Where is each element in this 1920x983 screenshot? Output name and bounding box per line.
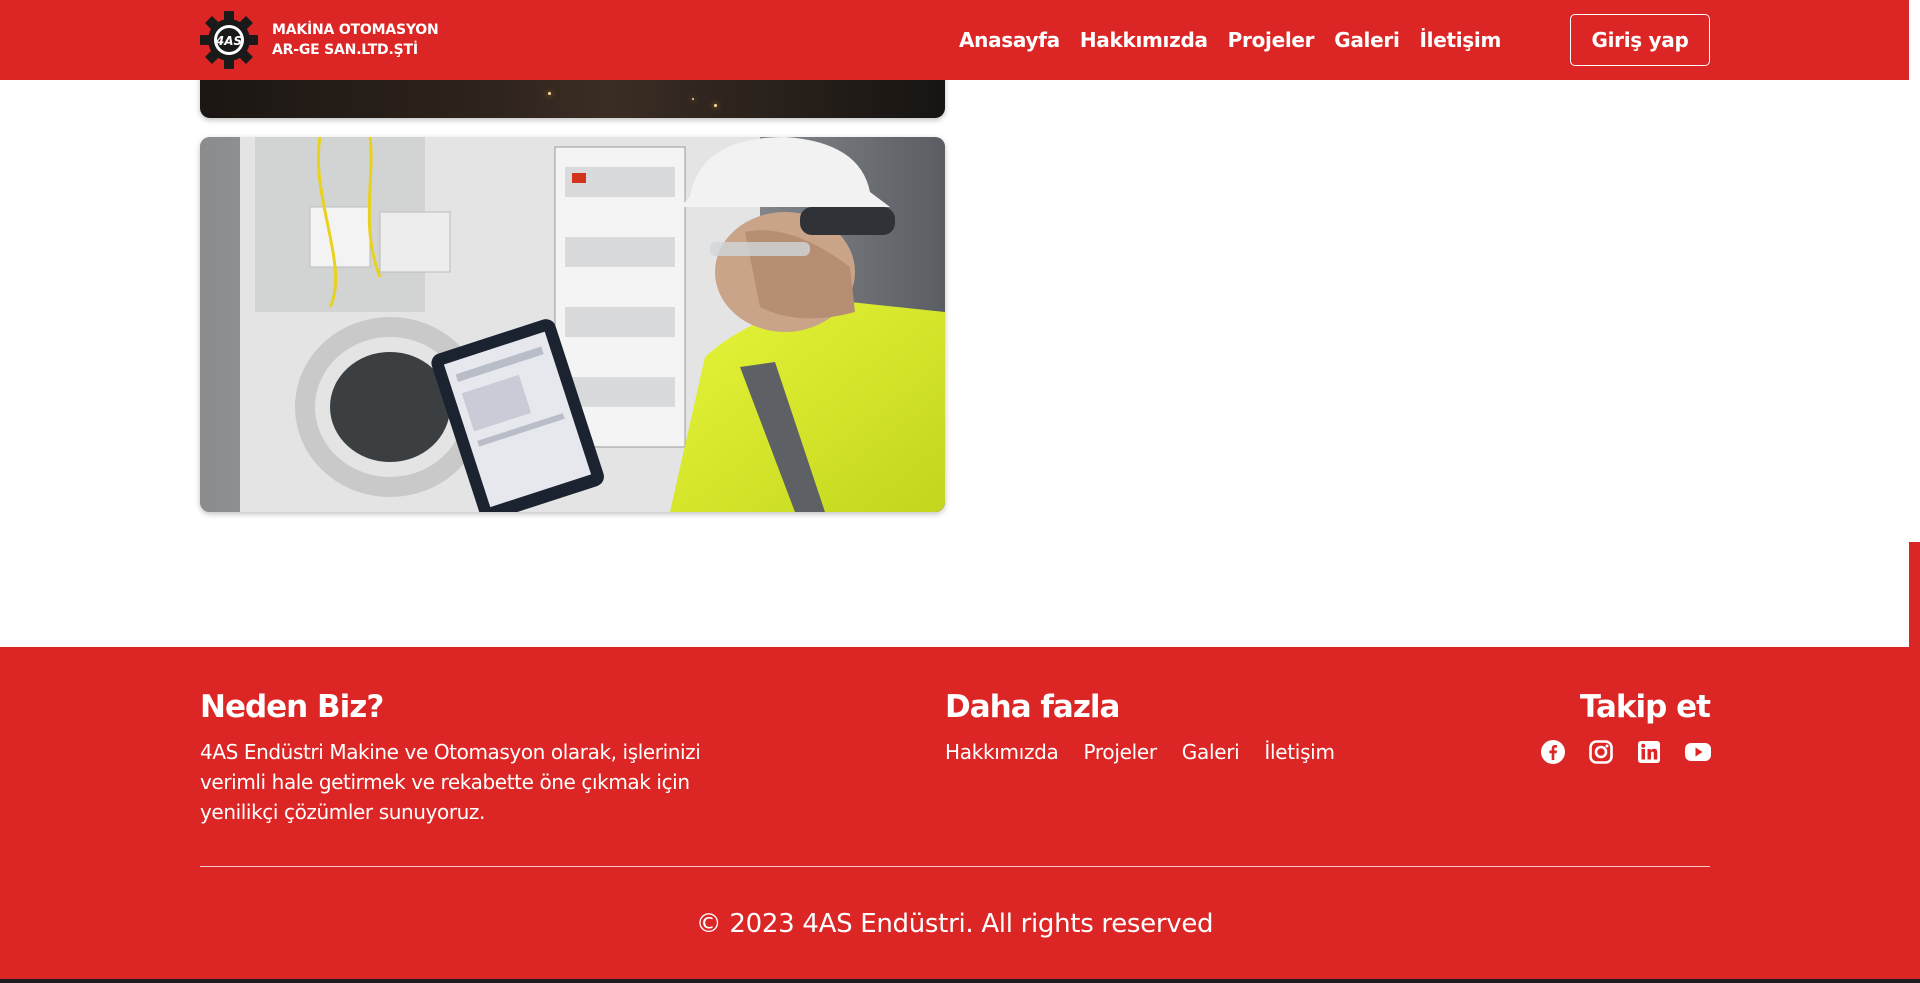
spark-decoration (714, 104, 717, 107)
gear-logo-icon: 4AS (200, 11, 258, 69)
nav-item-hakkimizda[interactable]: Hakkımızda (1080, 28, 1208, 52)
footer-follow-title: Takip et (1579, 689, 1711, 725)
footer-link-iletisim[interactable]: İletişim (1264, 737, 1335, 767)
brand-name-line1: MAKİNA OTOMASYON (272, 22, 439, 38)
bottom-edge (0, 979, 1920, 983)
copyright-text: © 2023 4AS Endüstri. All rights reserved (695, 909, 1214, 939)
brand-name: MAKİNA OTOMASYON AR-GE SAN.LTD.ŞTİ (272, 20, 439, 60)
site-header: 4AS MAKİNA OTOMASYON AR-GE SAN.LTD.ŞTİ A… (0, 0, 1909, 80)
footer-divider (200, 866, 1710, 867)
spark-decoration (692, 98, 694, 100)
electrician-illustration (200, 137, 945, 512)
linkedin-icon[interactable] (1636, 739, 1662, 765)
instagram-icon[interactable] (1588, 739, 1614, 765)
footer-why-title: Neden Biz? (200, 689, 384, 725)
footer-follow-section: Takip et (1518, 689, 1711, 765)
footer-more-section: Daha fazla Hakkımızda Projeler Galeri İl… (945, 689, 1360, 767)
footer-links: Hakkımızda Projeler Galeri İletişim (945, 737, 1360, 767)
footer-why-section: Neden Biz? 4AS Endüstri Makine ve Otomas… (200, 689, 740, 827)
site-footer: Neden Biz? 4AS Endüstri Makine ve Otomas… (0, 647, 1920, 983)
scrollbar-thumb[interactable] (1909, 542, 1920, 647)
footer-link-galeri[interactable]: Galeri (1182, 737, 1240, 767)
social-icons (1518, 739, 1711, 765)
brand-name-line2: AR-GE SAN.LTD.ŞTİ (272, 42, 418, 58)
login-button[interactable]: Giriş yap (1570, 14, 1710, 66)
footer-why-text: 4AS Endüstri Makine ve Otomasyon olarak,… (200, 740, 701, 824)
footer-link-hakkimizda[interactable]: Hakkımızda (945, 737, 1059, 767)
svg-text:4AS: 4AS (215, 34, 242, 48)
electrician-tablet-photo[interactable] (200, 137, 945, 512)
nav-item-galeri[interactable]: Galeri (1334, 28, 1400, 52)
nav-item-iletisim[interactable]: İletişim (1420, 28, 1502, 52)
youtube-icon[interactable] (1684, 739, 1711, 765)
brand-logo[interactable]: 4AS MAKİNA OTOMASYON AR-GE SAN.LTD.ŞTİ (200, 11, 439, 69)
main-nav: Anasayfa Hakkımızda Projeler Galeri İlet… (939, 0, 1501, 80)
nav-item-anasayfa[interactable]: Anasayfa (959, 28, 1060, 52)
spark-decoration (548, 92, 551, 95)
footer-more-title: Daha fazla (945, 689, 1120, 725)
nav-item-projeler[interactable]: Projeler (1228, 28, 1315, 52)
footer-link-projeler[interactable]: Projeler (1084, 737, 1158, 767)
facebook-icon[interactable] (1540, 739, 1566, 765)
